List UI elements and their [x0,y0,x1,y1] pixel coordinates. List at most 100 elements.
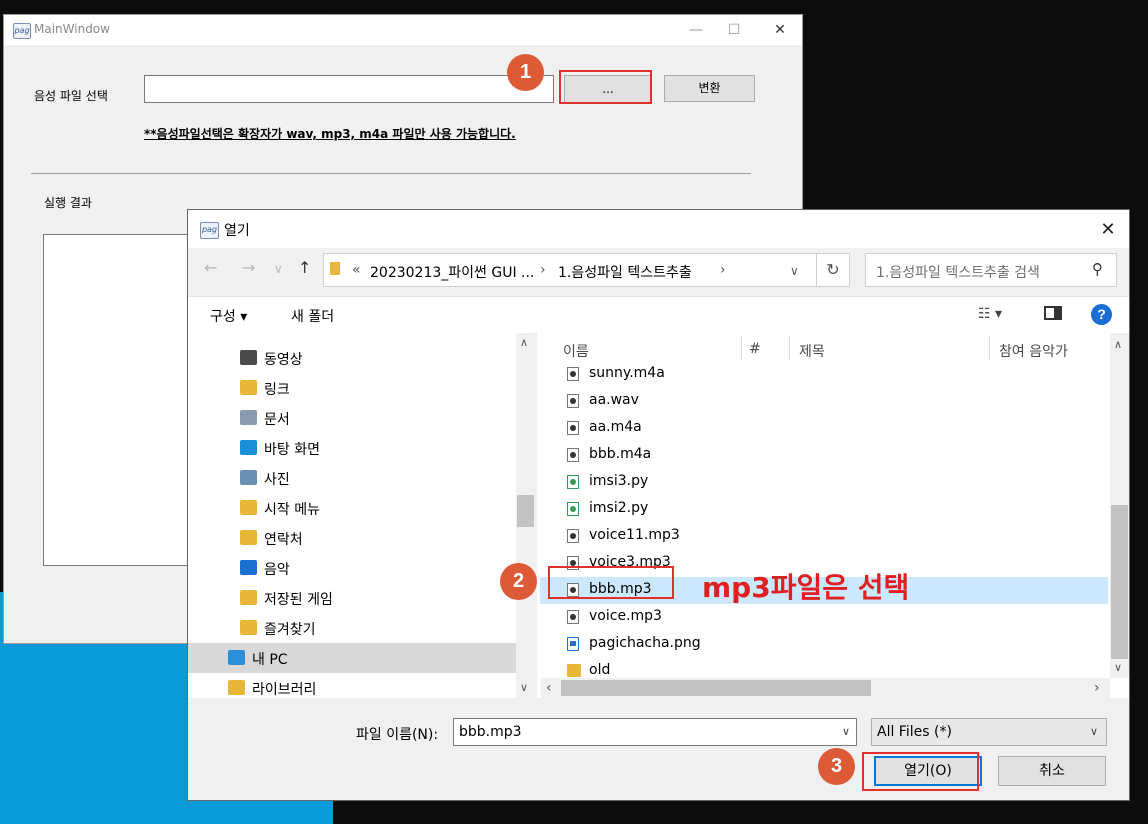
step-marker-2: 2 [500,563,537,600]
help-icon[interactable]: ? [1091,304,1112,325]
highlight-open-button-box [862,752,979,791]
main-window-titlebar[interactable]: pag MainWindow — ☐ ✕ [4,15,802,45]
scroll-down-arrow[interactable]: ∨ [520,681,528,694]
nav-item[interactable]: 시작 메뉴 [188,493,516,523]
nav-item[interactable]: 바탕 화면 [188,433,516,463]
file-icon [567,610,579,624]
nav-item-label: 동영상 [264,352,303,368]
nav-item[interactable]: 사진 [188,463,516,493]
nav-item-label: 바탕 화면 [264,442,320,458]
close-button[interactable]: ✕ [766,19,794,41]
minimize-button[interactable]: — [682,19,710,41]
column-header-title[interactable]: 제목 [799,341,825,361]
nav-item[interactable]: 라이브러리 [188,673,516,703]
search-box[interactable]: 1.음성파일 텍스트추출 검색 ⚲ [865,253,1117,287]
file-name: imsi3.py [589,473,649,489]
scroll-down-arrow[interactable]: ∨ [1114,661,1122,674]
nav-item-label: 링크 [264,382,290,398]
convert-button[interactable]: 변환 [664,75,755,102]
nav-item-label: 사진 [264,472,290,488]
organize-button[interactable]: 구성 ▾ [210,306,247,326]
nav-item-label: 즐겨찾기 [264,622,316,638]
nav-item[interactable]: 링크 [188,373,516,403]
file-icon [567,421,579,435]
nav-item-icon [240,620,257,635]
nav-item[interactable]: 동영상 [188,343,516,373]
nav-item-icon [240,590,257,605]
nav-item-icon [240,380,257,395]
scroll-thumb[interactable] [517,495,534,527]
nav-item[interactable]: 내 PC [188,643,516,673]
preview-pane-icon[interactable] [1044,306,1062,320]
address-overflow[interactable]: « [352,262,361,278]
highlight-selected-file-box [548,566,674,599]
forward-arrow-icon[interactable]: → [242,258,255,277]
up-arrow-icon[interactable]: ↑ [298,258,311,277]
filename-input[interactable]: bbb.mp3 ∨ [453,718,857,746]
nav-item-label: 저장된 게임 [264,592,333,608]
horizontal-scroll-thumb[interactable] [561,680,871,696]
filetype-dropdown-icon[interactable]: ∨ [1090,725,1098,738]
highlight-browse-box [559,70,652,104]
nav-item-label: 내 PC [252,652,288,668]
back-arrow-icon[interactable]: ← [204,258,217,277]
folder-icon [567,664,581,677]
new-folder-button[interactable]: 새 폴더 [291,306,334,326]
annotation-text: mp3파일은 선택 [702,571,910,604]
file-row[interactable]: voice.mp3 [540,604,1108,631]
separator-line [31,173,751,174]
file-row[interactable]: sunny.m4a [540,361,1108,388]
file-row[interactable]: bbb.m4a [540,442,1108,469]
file-row[interactable]: voice11.mp3 [540,523,1108,550]
nav-item-icon [240,530,257,545]
recent-locations-icon[interactable]: ∨ [274,262,283,276]
scroll-up-arrow[interactable]: ∧ [1114,338,1122,351]
dialog-close-button[interactable]: ✕ [1092,216,1124,244]
file-path-input[interactable] [144,75,554,103]
scroll-right-arrow[interactable]: › [1094,680,1100,696]
file-icon [567,529,579,543]
column-header-number[interactable]: # [749,341,761,357]
file-icon [567,448,579,462]
column-header-name[interactable]: 이름 [563,341,589,361]
file-name: voice11.mp3 [589,527,680,543]
refresh-icon[interactable]: ↻ [816,253,850,287]
nav-item[interactable]: 즐겨찾기 [188,613,516,643]
filename-dropdown-icon[interactable]: ∨ [842,725,850,738]
dialog-titlebar[interactable]: pag 열기 ✕ [188,210,1129,248]
nav-item-icon [240,440,257,455]
file-name: old [589,662,611,678]
nav-item[interactable]: 저장된 게임 [188,583,516,613]
file-row[interactable]: pagichacha.png [540,631,1108,658]
maximize-button[interactable]: ☐ [720,19,748,41]
file-row[interactable]: imsi3.py [540,469,1108,496]
file-row[interactable]: aa.wav [540,388,1108,415]
horizontal-scrollbar[interactable]: ‹ › [541,678,1110,698]
nav-item-icon [240,500,257,515]
address-dropdown-icon[interactable]: ∨ [790,264,799,278]
file-row[interactable]: imsi2.py [540,496,1108,523]
filetype-select[interactable]: All Files (*) ∨ [871,718,1107,746]
folder-icon [330,262,340,275]
breadcrumb-parent[interactable]: 20230213_파이썬 GUI ... [370,262,534,282]
navigation-scrollbar[interactable]: ∧ ∨ [516,333,535,698]
app-icon: pag [13,23,31,39]
view-options-icon[interactable]: ☷ ▾ [978,306,1002,322]
open-file-dialog: pag 열기 ✕ ← → ∨ ↑ « 20230213_파이썬 GUI ... … [187,209,1130,801]
dialog-title: 열기 [224,223,250,239]
file-list-scrollbar[interactable]: ∧ ∨ [1110,333,1129,678]
address-bar[interactable]: « 20230213_파이썬 GUI ... › 1.음성파일 텍스트추출 › … [323,253,826,287]
cancel-button[interactable]: 취소 [998,756,1106,786]
nav-item[interactable]: 연락처 [188,523,516,553]
search-icon[interactable]: ⚲ [1092,260,1103,278]
scroll-left-arrow[interactable]: ‹ [546,680,552,696]
file-row[interactable]: aa.m4a [540,415,1108,442]
breadcrumb-current[interactable]: 1.음성파일 텍스트추출 [558,262,692,282]
column-header-artist[interactable]: 참여 음악가 [999,341,1068,361]
nav-item[interactable]: 문서 [188,403,516,433]
result-textarea[interactable] [43,234,203,566]
scroll-up-arrow[interactable]: ∧ [520,336,528,349]
nav-item[interactable]: 음악 [188,553,516,583]
file-name: imsi2.py [589,500,649,516]
scroll-thumb[interactable] [1111,505,1128,659]
